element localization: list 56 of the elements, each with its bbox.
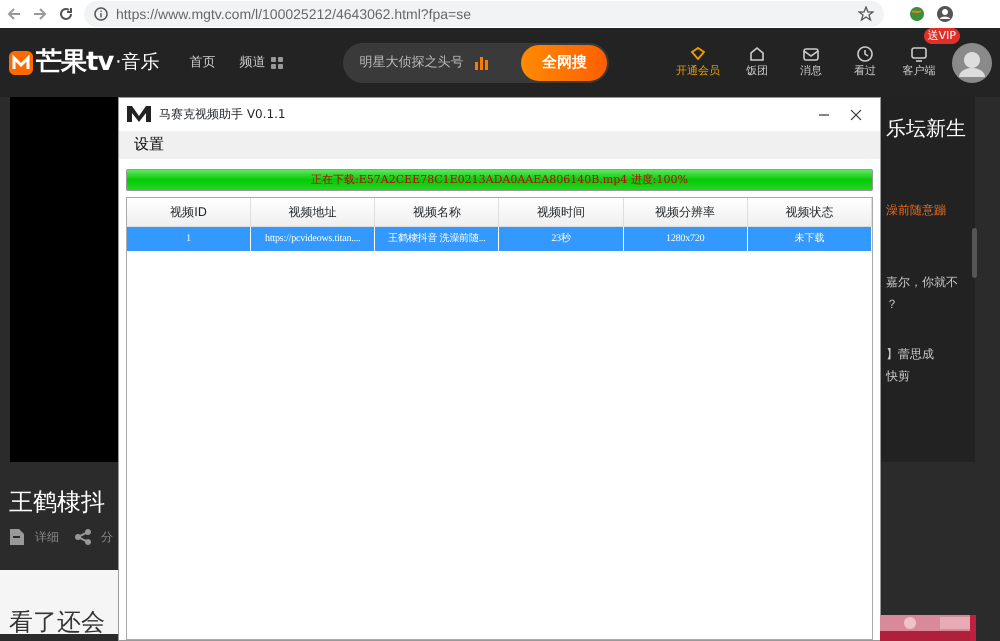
menu-item[interactable]: 设置 [134, 133, 164, 156]
window-title: 马赛克视频助手 V0.1.1 [159, 106, 286, 124]
monitor-icon [910, 45, 928, 64]
grid-icon [271, 56, 284, 68]
video-link[interactable]: 澡前随意蹦 [878, 199, 975, 221]
share-icon [75, 529, 91, 545]
column-header[interactable]: 视频时间 [499, 198, 624, 227]
document-icon [9, 529, 25, 545]
table-cell: 23秒 [499, 226, 624, 251]
table-cell: 未下载 [748, 226, 872, 251]
logo-icon [8, 50, 34, 76]
video-action[interactable]: 详细 [9, 528, 59, 546]
nav-link[interactable]: 首页 [189, 52, 216, 72]
column-header[interactable]: 视频分辨率 [624, 198, 748, 227]
column-header[interactable]: 视频状态 [748, 198, 872, 227]
video-link[interactable]: 嘉尔，你就不 [878, 271, 975, 293]
table-cell: 1 [127, 226, 252, 251]
profile-icon[interactable] [936, 5, 954, 23]
channel-label: ·音乐 [115, 50, 160, 76]
address-bar[interactable]: https://www.mgtv.com/l/100025212/4643062.html?fpa=se [84, 1, 884, 27]
column-header[interactable]: 视频地址 [251, 198, 376, 227]
scrollbar[interactable] [972, 228, 977, 278]
bars-icon [475, 56, 490, 70]
reload-icon[interactable] [58, 6, 74, 22]
video-link[interactable]: ？ [878, 293, 975, 315]
column-header[interactable]: 视频ID [127, 198, 252, 227]
app-logo-icon [127, 105, 151, 124]
header-action[interactable]: 饭团 [736, 45, 778, 80]
forward-icon[interactable] [32, 6, 48, 22]
section-heading: 看了还会 [9, 607, 106, 638]
vip-badge: 送VIP [924, 28, 960, 44]
star-icon[interactable] [858, 6, 874, 22]
table-cell: https://pcvideows.titan.... [251, 226, 376, 251]
column-header[interactable]: 视频名称 [375, 198, 500, 227]
info-icon [94, 7, 108, 21]
logo[interactable]: 芒果tv [8, 43, 114, 82]
header-action[interactable]: 开通会员 [672, 45, 724, 80]
globe-icon[interactable] [908, 5, 926, 23]
close-icon [850, 109, 862, 122]
mail-icon [802, 45, 820, 64]
clock-icon [856, 45, 874, 64]
section-heading: 乐坛新生 [885, 117, 967, 139]
video-link[interactable]: 快剪 [878, 365, 975, 387]
avatar-icon[interactable] [952, 42, 992, 82]
video-action[interactable]: 分 [75, 528, 113, 546]
video-title: 王鹤棣抖 [9, 487, 106, 518]
nav-link[interactable]: 频道 [239, 52, 284, 72]
table-cell: 1280x720 [624, 226, 748, 251]
header-action[interactable]: 看过 [844, 45, 886, 80]
video-link[interactable]: 】蕾思成 [878, 343, 975, 365]
table-cell: 王鹤棣抖音 洗澡前随... [375, 226, 500, 251]
progress-text: 正在下载:E57A2CEE78C1E0213ADA0AAEA806140B.mp4 进度:100% [310, 172, 689, 188]
house-icon [748, 45, 766, 64]
back-icon[interactable] [6, 6, 22, 22]
header-action[interactable]: 客户端 [898, 45, 940, 80]
header-action[interactable]: 消息 [790, 45, 832, 80]
